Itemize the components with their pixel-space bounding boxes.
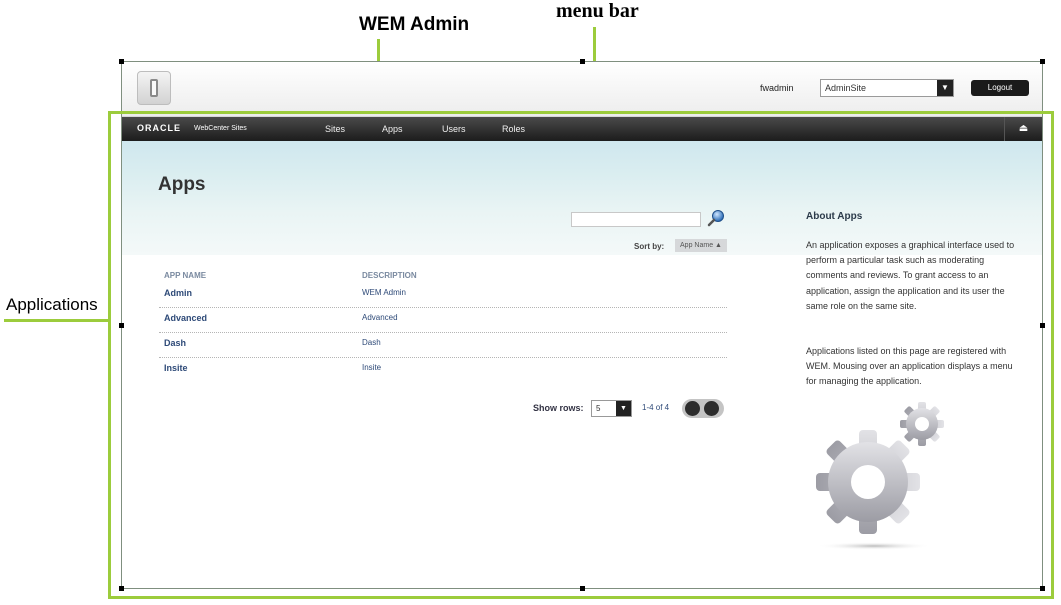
resize-handle (1040, 323, 1045, 328)
annotation-menu-bar: menu bar (556, 0, 639, 22)
resize-handle (580, 586, 585, 591)
resize-handle (119, 59, 124, 64)
resize-handle (119, 586, 124, 591)
resize-handle (1040, 586, 1045, 591)
applications-highlight-frame (108, 111, 1054, 599)
annotation-applications: Applications (6, 295, 98, 314)
resize-handle (1040, 59, 1045, 64)
annotation-wem-admin: WEM Admin (359, 14, 470, 35)
callout-line-applications (4, 319, 109, 322)
resize-handle (580, 59, 585, 64)
resize-handle (119, 323, 124, 328)
